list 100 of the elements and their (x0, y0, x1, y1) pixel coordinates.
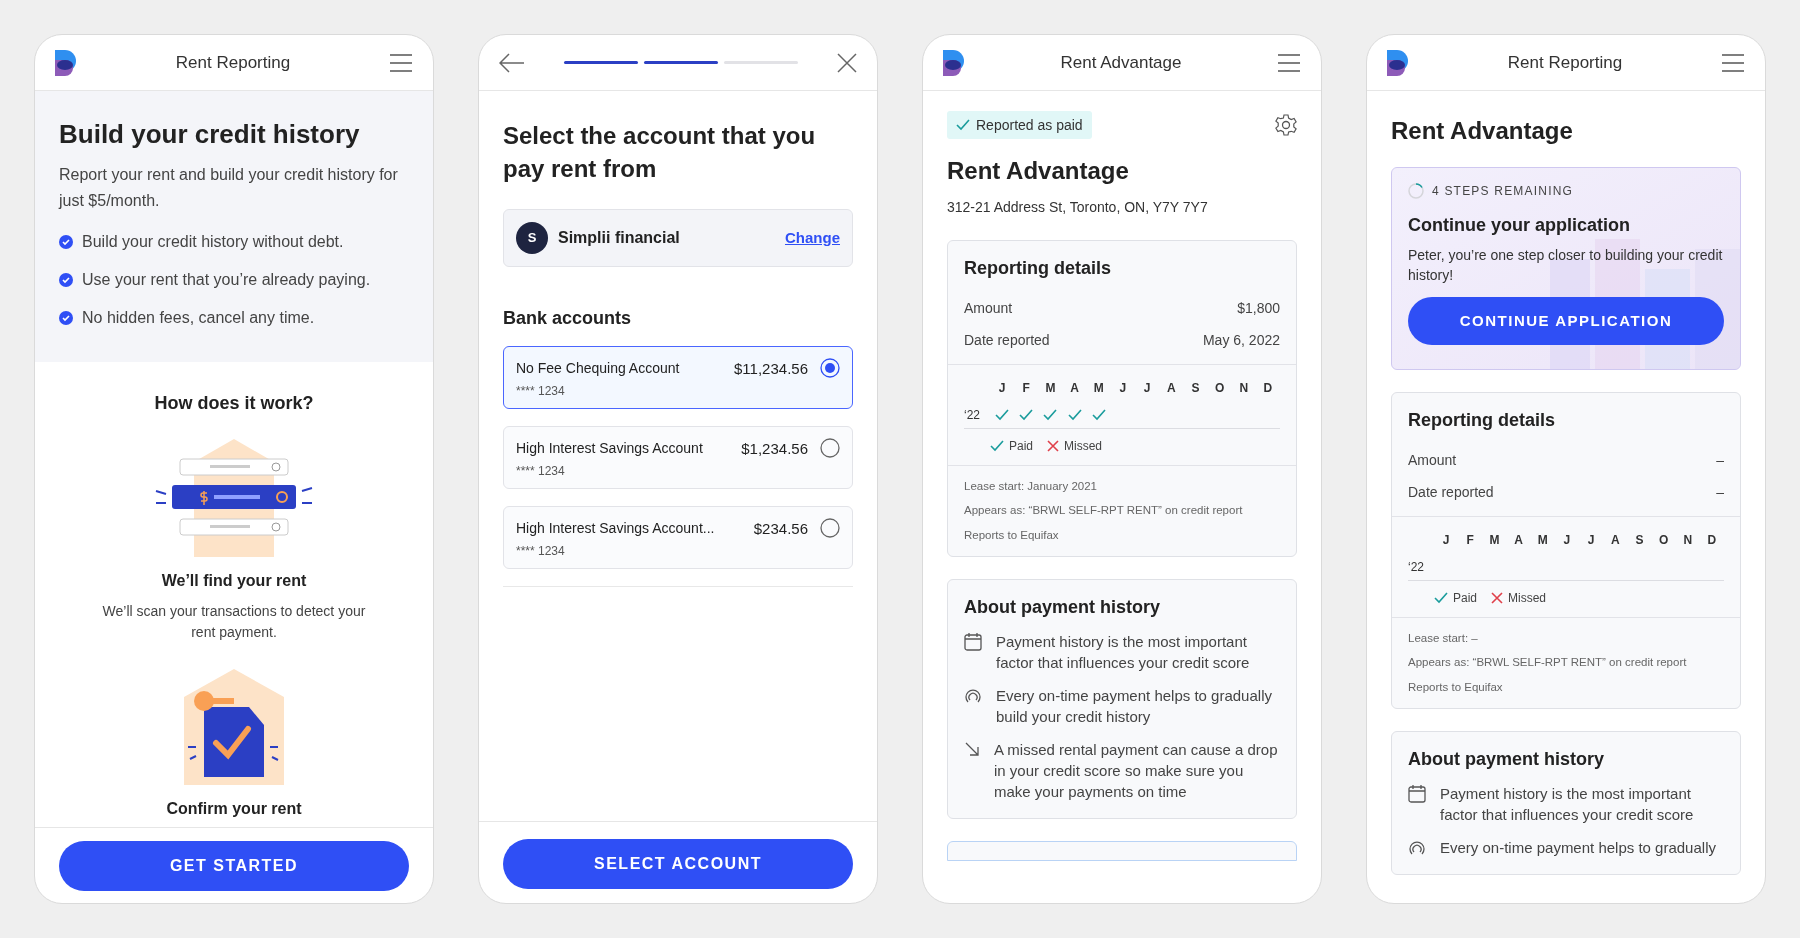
month-label: F (1021, 380, 1031, 397)
month-label: S (1190, 380, 1201, 397)
calendar-icon (1408, 784, 1426, 803)
header-title: Rent Reporting (1507, 51, 1623, 74)
account-name: High Interest Savings Account... (516, 519, 716, 538)
info-text: Every on-time payment helps to gradually build your credit history (996, 685, 1273, 727)
logo-icon[interactable] (55, 49, 77, 76)
menu-icon[interactable] (1721, 53, 1745, 72)
info-text: A missed rental payment can cause a drop in your credit score so make sure you make your payments on time (994, 739, 1279, 802)
page-heading: Select the account that you pay rent from (503, 121, 817, 184)
menu-icon[interactable] (1277, 53, 1301, 72)
card-title: Reporting details (964, 257, 1112, 280)
page-heading: Build your credit history (59, 118, 361, 151)
logo-icon[interactable] (1387, 49, 1409, 76)
logo-icon[interactable] (943, 49, 965, 76)
footnote-text: Reports to Equifax (964, 527, 1060, 543)
month-label: A (1609, 532, 1621, 549)
cross-icon (1491, 592, 1504, 604)
month-label: J (997, 380, 1007, 397)
footnote-text: Reports to Equifax (1408, 679, 1504, 695)
month-label: M (1092, 380, 1105, 397)
check-icon (956, 119, 970, 131)
month-label: M (1536, 532, 1549, 549)
page-heading: Rent Advantage (947, 156, 1130, 186)
account-name: No Fee Chequing Account (516, 359, 681, 378)
month-label: M (1488, 532, 1501, 549)
page-heading: Rent Advantage (1391, 116, 1574, 146)
detail-value: – (1716, 482, 1724, 502)
radio-icon[interactable] (820, 518, 840, 538)
detail-label: Date reported (964, 330, 1050, 350)
intro-text: Report your rent and build your credit history for just $5/month. (59, 165, 399, 211)
section-heading: How does it work? (154, 392, 314, 415)
month-label: J (1441, 532, 1451, 549)
radio-icon[interactable] (820, 358, 840, 378)
month-label: J (1562, 532, 1572, 549)
info-text: Payment history is the most important factor that influences your credit score (1440, 783, 1695, 825)
header-title: Rent Advantage (1060, 51, 1182, 74)
radio-icon[interactable] (820, 438, 840, 458)
month-label: J (1118, 380, 1128, 397)
legend-label: Missed (1508, 590, 1547, 607)
month-label: J (1142, 380, 1152, 397)
detail-label: Date reported (1408, 482, 1494, 502)
check-circle-icon (59, 311, 73, 325)
continue-button[interactable]: CONTINUE APPLICATION (1408, 297, 1724, 345)
account-balance: $234.56 (753, 519, 808, 539)
info-text: Every on-time payment helps to gradually (1440, 837, 1716, 858)
bank-avatar: S (516, 222, 548, 254)
check-icon (990, 440, 1004, 452)
check-circle-icon (59, 235, 73, 249)
change-link[interactable]: Change (785, 226, 840, 250)
back-arrow-icon[interactable] (499, 52, 525, 73)
info-text: Payment history is the most important factor that influences your credit score (996, 631, 1251, 673)
month-label: A (1513, 532, 1524, 549)
card-title: Continue your application (1408, 214, 1631, 237)
year-label: ‘22 (964, 406, 981, 424)
account-number: **** 1234 (516, 383, 566, 400)
detail-label: Amount (1408, 450, 1457, 470)
account-balance: $11,234.56 (734, 359, 808, 379)
footnote-text: Appears as: “BRWL SELF-RPT RENT” on credit report (1408, 655, 1688, 671)
benefit-text: Use your rent that you’re already paying. (82, 270, 371, 290)
detail-label: Amount (964, 298, 1013, 318)
month-label: A (1069, 380, 1080, 397)
progress-ring-icon (1408, 183, 1424, 199)
month-label: F (1465, 532, 1475, 549)
month-label: M (1044, 380, 1057, 397)
month-label: A (1165, 380, 1177, 397)
legend-label: Paid (1453, 590, 1478, 607)
benefit-text: Build your credit history without debt. (82, 232, 344, 252)
check-circle-icon (59, 273, 73, 287)
month-label: J (1586, 532, 1596, 549)
account-option[interactable]: High Interest Savings Account **** 1234 $1,234.56 (503, 426, 853, 489)
account-number: **** 1234 (516, 543, 566, 560)
detail-value: May 6, 2022 (1202, 330, 1280, 350)
month-label: D (1706, 532, 1718, 549)
month-label: N (1682, 532, 1694, 549)
legend-label: Paid (1009, 438, 1034, 455)
detail-value: – (1716, 450, 1724, 470)
calendar-icon (964, 632, 982, 651)
bank-name: Simplii financial (558, 228, 681, 248)
settings-icon[interactable] (1275, 114, 1297, 136)
header-title: Rent Reporting (175, 51, 291, 74)
footnote-text: Lease start: January 2021 (964, 479, 1098, 494)
month-label: N (1238, 380, 1250, 397)
step-text: We’ll scan your transactions to detect your rent payment. (101, 602, 367, 642)
account-option[interactable]: High Interest Savings Account... **** 1234 $234.56 (503, 506, 853, 569)
account-name: High Interest Savings Account (516, 439, 704, 458)
menu-icon[interactable] (389, 53, 413, 72)
primary-button[interactable]: GET STARTED (59, 841, 409, 891)
benefit-text: No hidden fees, cancel any time. (82, 308, 315, 328)
month-label: D (1262, 380, 1274, 397)
primary-button[interactable]: SELECT ACCOUNT (503, 839, 853, 889)
account-option[interactable]: No Fee Chequing Account **** 1234 $11,234.56 (503, 346, 853, 409)
arrow-icon (964, 740, 980, 757)
legend-label: Missed (1064, 438, 1103, 455)
footnote-text: Lease start: – (1408, 631, 1479, 646)
close-icon[interactable] (837, 52, 857, 73)
section-heading: Bank accounts (503, 307, 633, 330)
cross-icon (1047, 440, 1060, 452)
footnote-text: Appears as: “BRWL SELF-RPT RENT” on credit report (964, 503, 1244, 519)
step-title: We’ll find your rent (161, 571, 307, 591)
